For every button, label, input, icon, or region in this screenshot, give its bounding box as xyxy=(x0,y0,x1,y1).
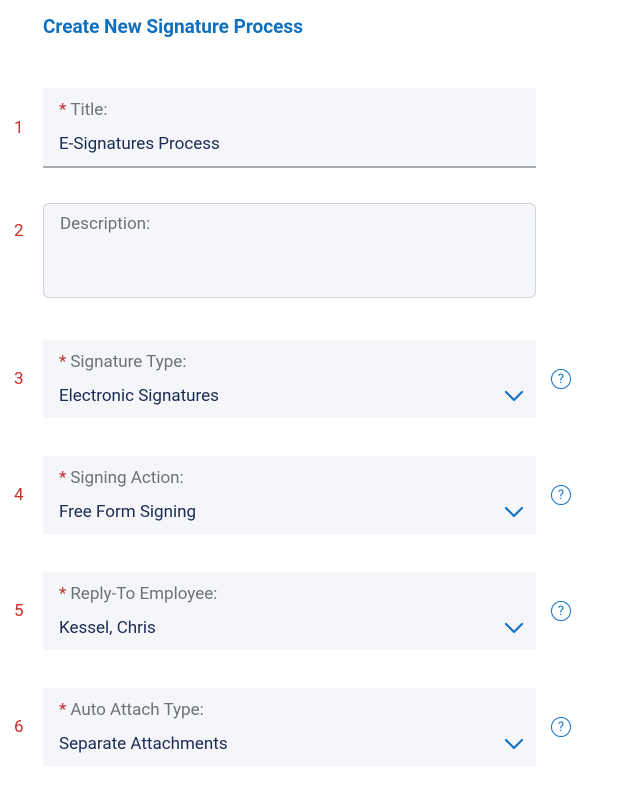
form-row-signing-action: 4 *Signing Action: Free Form Signing ? xyxy=(0,456,642,534)
signing-action-value: Free Form Signing xyxy=(59,502,520,522)
form-row-title: 1 *Title: E-Signatures Process xyxy=(0,88,642,168)
help-icon[interactable]: ? xyxy=(551,717,571,737)
row-number-4: 4 xyxy=(0,485,43,505)
reply-to-label: *Reply-To Employee: xyxy=(59,584,520,604)
help-icon[interactable]: ? xyxy=(551,601,571,621)
required-star-icon: * xyxy=(59,468,66,488)
title-label: *Title: xyxy=(59,100,520,120)
required-star-icon: * xyxy=(59,584,66,604)
row-number-5: 5 xyxy=(0,601,43,621)
reply-to-value: Kessel, Chris xyxy=(59,618,520,638)
signing-action-label: *Signing Action: xyxy=(59,468,520,488)
chevron-down-icon xyxy=(504,622,524,634)
signing-action-select[interactable]: *Signing Action: Free Form Signing xyxy=(43,456,536,534)
title-field[interactable]: *Title: E-Signatures Process xyxy=(43,88,536,168)
auto-attach-value: Separate Attachments xyxy=(59,734,520,754)
help-icon[interactable]: ? xyxy=(551,369,571,389)
form-row-description: 2 Description: xyxy=(0,203,642,298)
form-row-auto-attach: 6 *Auto Attach Type: Separate Attachment… xyxy=(0,688,642,766)
chevron-down-icon xyxy=(504,506,524,518)
required-star-icon: * xyxy=(59,100,66,120)
description-label: Description: xyxy=(60,214,519,234)
description-field[interactable]: Description: xyxy=(43,203,536,298)
chevron-down-icon xyxy=(504,390,524,402)
row-number-3: 3 xyxy=(0,369,43,389)
page-title: Create New Signature Process xyxy=(43,15,642,38)
signature-type-label-text: Signature Type: xyxy=(70,352,186,372)
title-label-text: Title: xyxy=(70,100,107,120)
auto-attach-select[interactable]: *Auto Attach Type: Separate Attachments xyxy=(43,688,536,766)
form-row-reply-to: 5 *Reply-To Employee: Kessel, Chris ? xyxy=(0,572,642,650)
reply-to-label-text: Reply-To Employee: xyxy=(70,584,217,604)
required-star-icon: * xyxy=(59,700,66,720)
auto-attach-label-text: Auto Attach Type: xyxy=(70,700,203,720)
title-value: E-Signatures Process xyxy=(59,134,520,154)
row-number-2: 2 xyxy=(0,221,43,241)
reply-to-select[interactable]: *Reply-To Employee: Kessel, Chris xyxy=(43,572,536,650)
signing-action-label-text: Signing Action: xyxy=(70,468,183,488)
form-row-signature-type: 3 *Signature Type: Electronic Signatures… xyxy=(0,340,642,418)
signature-type-label: *Signature Type: xyxy=(59,352,520,372)
help-icon[interactable]: ? xyxy=(551,485,571,505)
row-number-1: 1 xyxy=(0,118,43,138)
required-star-icon: * xyxy=(59,352,66,372)
chevron-down-icon xyxy=(504,738,524,750)
row-number-6: 6 xyxy=(0,717,43,737)
signature-type-value: Electronic Signatures xyxy=(59,386,520,406)
signature-type-select[interactable]: *Signature Type: Electronic Signatures xyxy=(43,340,536,418)
auto-attach-label: *Auto Attach Type: xyxy=(59,700,520,720)
